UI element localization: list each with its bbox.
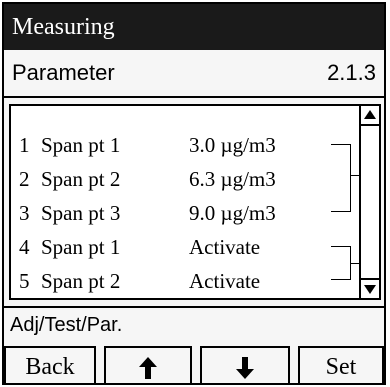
down-button[interactable] [200,346,290,383]
scroll-up-icon [364,110,376,119]
scroll-down-button[interactable] [361,278,379,298]
list-item[interactable]: 1 Span pt 1 3.0 µg/m3 [19,128,349,162]
parameter-bar: Parameter 2.1.3 [4,50,384,98]
status-path: Adj/Test/Par. [4,306,384,336]
arrow-down-icon [236,357,254,379]
list-item[interactable]: 4 Span pt 1 Activate [19,230,349,264]
item-number: 4 [19,235,30,259]
item-number: 5 [19,269,30,293]
back-button[interactable]: Back [4,346,96,383]
item-name: Span pt 1 [41,133,121,157]
parameter-code: 2.1.3 [327,60,376,85]
up-button[interactable] [104,346,192,383]
parameter-list: 1 Span pt 1 3.0 µg/m3 2 Span pt 2 6.3 µg… [9,104,381,300]
item-number: 1 [19,133,30,157]
item-name: Span pt 1 [41,235,121,259]
set-button[interactable]: Set [298,346,384,383]
activate-group-bracket [331,246,351,280]
item-value: 9.0 µg/m3 [189,201,276,225]
span-group-bracket [331,144,351,212]
list-item[interactable]: 5 Span pt 2 Activate [19,264,349,298]
arrow-up-icon [139,357,157,379]
item-value: 3.0 µg/m3 [189,133,276,157]
item-name: Span pt 3 [41,201,121,225]
list-scrollbar[interactable] [359,106,379,298]
parameter-list-body: 1 Span pt 1 3.0 µg/m3 2 Span pt 2 6.3 µg… [11,106,363,298]
item-number: 2 [19,167,30,191]
item-name: Span pt 2 [41,167,121,191]
item-value: Activate [189,235,261,259]
list-item[interactable]: 2 Span pt 2 6.3 µg/m3 [19,162,349,196]
softkey-bar: Back Set [4,344,384,383]
menu-title: Measuring [4,4,384,50]
scroll-up-button[interactable] [361,106,379,126]
instrument-display: Measuring Parameter 2.1.3 1 Span pt 1 3.… [2,2,386,385]
item-value: Activate [189,269,261,293]
item-number: 3 [19,201,30,225]
item-value: 6.3 µg/m3 [189,167,276,191]
list-item[interactable]: 3 Span pt 3 9.0 µg/m3 [19,196,349,230]
scroll-down-icon [364,285,376,294]
parameter-label: Parameter [12,60,115,85]
item-name: Span pt 2 [41,269,121,293]
